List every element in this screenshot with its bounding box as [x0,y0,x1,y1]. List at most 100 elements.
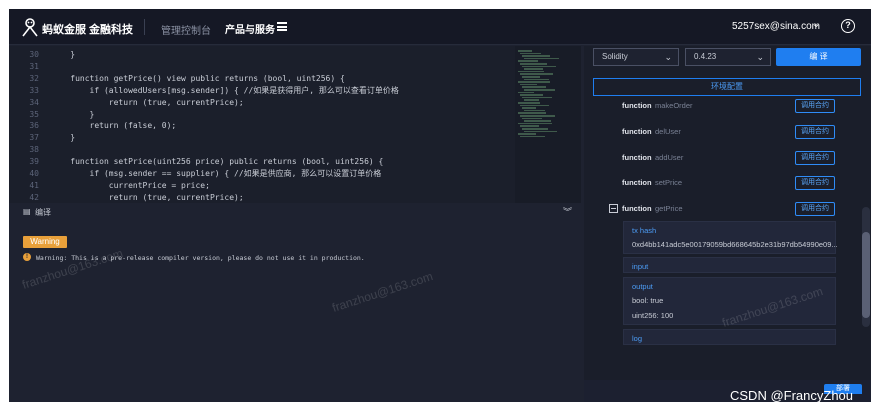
minimap-line [520,52,541,55]
compile-button[interactable]: 编 译 [776,48,861,66]
code-line[interactable]: 37 } [9,132,515,144]
language-value: Solidity [602,52,628,61]
tx-hash-box: tx hash 0xd4bb141adc5e00179059bd668645b2… [623,221,838,254]
code-line[interactable]: 42 return (true, currentPrice); [9,192,515,203]
line-number: 32 [29,73,39,83]
output-uint-value: uint256: 100 [632,311,674,320]
code-line[interactable]: 32 function getPrice() view public retur… [9,73,515,85]
account-email[interactable]: 5257sex@sina.com [732,21,820,32]
call-contract-button[interactable]: 调用合约 [795,150,835,165]
nav-products-link[interactable]: 产品与服务 [225,21,275,36]
brand-primary: 蚂蚁金服 [42,24,86,36]
minimap-line [522,76,540,78]
minimap-line [524,109,545,112]
line-number: 40 [29,169,39,178]
minimap-line [524,99,539,101]
call-contract-button[interactable]: 调用合约 [795,99,835,113]
code-line[interactable]: 35 } [9,109,515,121]
function-name: makeOrder [655,101,693,110]
minimap-line [522,86,546,88]
code-text[interactable]: function getPrice() view public returns … [51,73,345,85]
code-text[interactable]: return (true, currentPrice); [51,192,244,203]
minimap-line [524,130,557,133]
function-name: setPrice [655,178,683,188]
environment-config-button[interactable]: 环境配置 [593,78,861,96]
line-number: 36 [29,121,39,131]
minimap-line [520,135,545,138]
code-text[interactable]: currentPrice = price; [51,180,210,192]
line-number: 30 [29,50,39,59]
call-contract-button[interactable]: 调用合约 [795,176,835,191]
call-contract-button[interactable]: 调用合约 [795,124,835,139]
code-editor[interactable]: 30 } 31 32 function getPrice() view public… [9,46,515,203]
code-text[interactable]: return (false, 0); [51,120,177,132]
panel-scrollbar-thumb[interactable] [862,232,870,318]
code-text[interactable]: } [51,109,95,121]
code-line[interactable]: 40 if (msg.sender == supplier) { //如果是供应… [9,168,515,180]
function-keyword: function [622,152,652,162]
function-row-makeOrder: function makeOrder 调用合约 [622,99,842,115]
minimap-line [520,73,553,75]
code-text[interactable]: if (msg.sender == supplier) { //如果是供应商, … [51,168,382,180]
function-keyword: function [622,204,652,214]
code-line[interactable]: 38 [9,144,515,156]
output-panel-header: ▤ 编译 ︾ [9,205,581,219]
top-navigation-bar: 蚂蚁金服 金融科技 管理控制台 产品与服务 5257sex@sina.com ⌄… [9,9,871,45]
minimap-line [520,125,539,127]
tx-hash-value: 0xd4bb141adc5e00179059bd668645b2e31b97db… [632,240,838,249]
code-text[interactable]: return (true, currentPrice); [51,97,244,109]
nav-divider [144,19,145,35]
code-line[interactable]: 41 currentPrice = price; [9,180,515,192]
minimap-line [524,57,559,60]
function-keyword: function [622,178,652,188]
output-icon: ▤ [23,207,31,216]
chevron-down-icon: ⌄ [664,52,672,62]
collapse-function-icon[interactable] [609,204,618,213]
help-icon[interactable]: ? [841,19,855,33]
minimap-line [518,81,550,83]
minimap-line [520,115,555,117]
input-box: input [623,257,836,273]
code-minimap[interactable] [515,46,581,203]
minimap-line [518,60,538,62]
nav-console-link[interactable]: 管理控制台 [161,22,211,37]
code-line[interactable]: 39 function setPrice(uint256 price) publ… [9,156,515,168]
line-number: 34 [29,97,39,107]
minimap-line [522,65,556,68]
code-text[interactable]: function setPrice(uint256 price) public … [51,156,383,168]
minimap-line [524,120,551,122]
minimap-line [522,96,552,99]
code-text[interactable]: if (allowedUsers[msg.sender]) { //如果是获得用… [51,85,399,97]
minimap-line [522,107,536,109]
chevron-down-icon[interactable]: ⌄ [812,19,820,30]
output-title: 编译 [35,208,51,217]
minimap-line [520,83,537,86]
function-keyword: function [622,126,652,136]
code-line[interactable]: 33 if (allowedUsers[msg.sender]) { //如果是… [9,85,515,97]
code-text[interactable]: } [51,132,75,144]
language-select[interactable]: Solidity ⌄ [593,48,679,66]
function-row-addUser: function addUser 调用合约 [622,150,842,167]
minimap-line [518,50,532,52]
call-contract-button[interactable]: 调用合约 [795,202,835,217]
minimap-line [524,89,555,91]
csdn-credit: CSDN @FrancyZhou [730,388,854,403]
code-line[interactable]: 36 return (false, 0); [9,120,515,132]
line-number: 37 [29,133,39,143]
code-text[interactable]: } [51,49,75,61]
collapse-output-chevron-icon[interactable]: ︾ [563,205,572,218]
minimap-line [518,102,540,104]
menu-icon[interactable] [277,22,287,31]
code-line[interactable]: 30 } [9,49,515,61]
minimap-line [524,78,549,81]
logo-icon [22,18,38,37]
brand-secondary: 金融科技 [89,24,133,36]
output-bool-value: bool: true [632,296,664,305]
code-line[interactable]: 34 return (true, currentPrice); [9,97,515,109]
minimap-line [522,128,548,130]
log-label: log [632,334,643,343]
code-line[interactable]: 31 [9,61,515,73]
minimap-line [518,70,544,73]
version-select[interactable]: 0.4.23 ⌄ [685,48,771,66]
warning-badge: Warning [23,236,67,248]
